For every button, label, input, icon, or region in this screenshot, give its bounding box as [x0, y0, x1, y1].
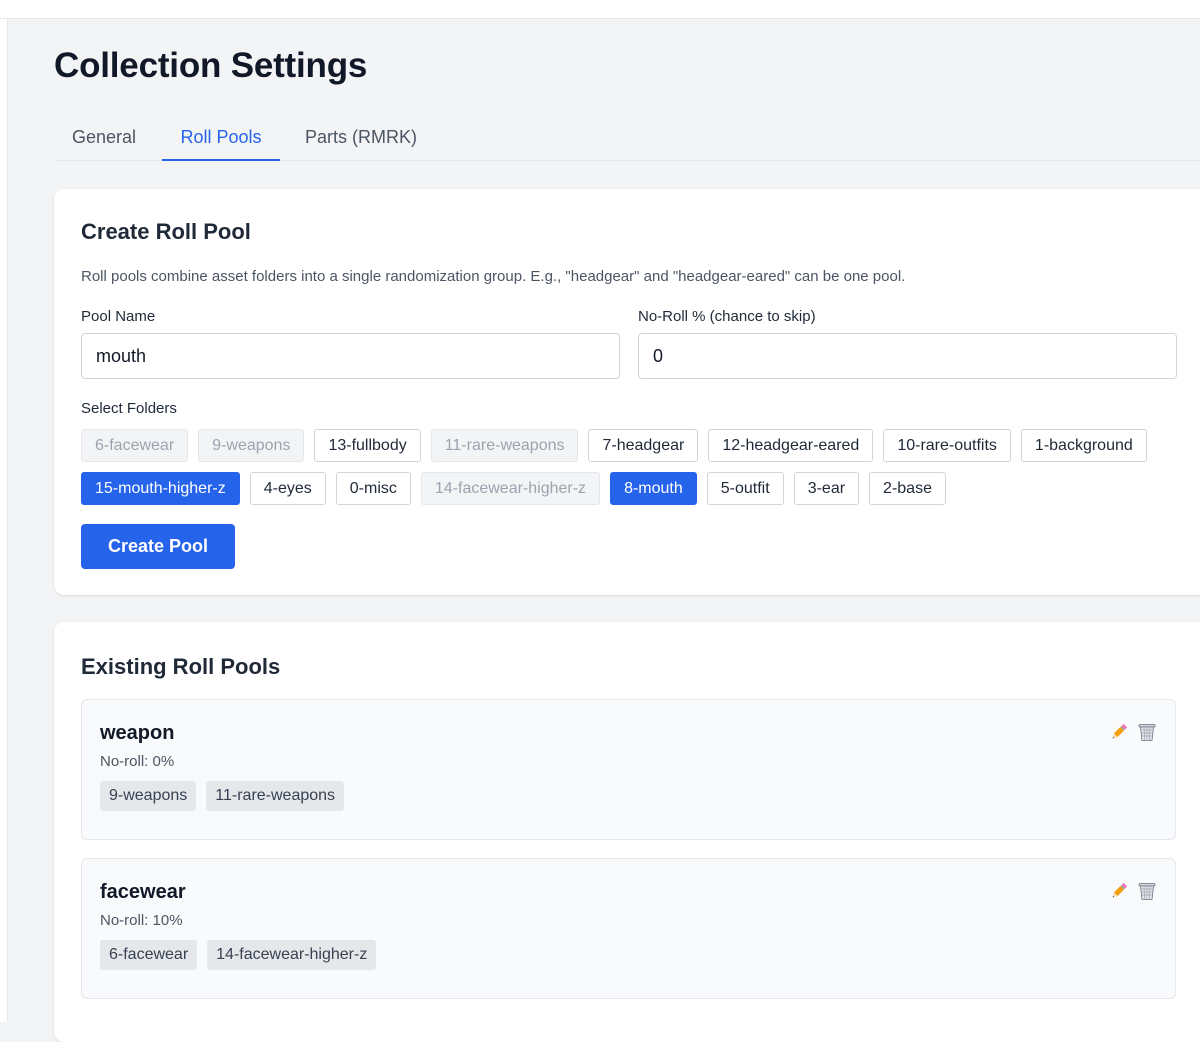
pool-folder-tags: 9-weapons 11-rare-weapons: [100, 781, 345, 811]
pool-folder-tag: 11-rare-weapons: [206, 781, 345, 811]
pencil-icon[interactable]: [1109, 722, 1129, 742]
folder-chip[interactable]: 13-fullbody: [314, 429, 421, 462]
noroll-input[interactable]: [638, 333, 1177, 379]
pool-folder-tags: 6-facewear 14-facewear-higher-z: [100, 940, 377, 970]
folder-chip-group: 6-facewear 9-weapons 13-fullbody 11-rare-we…: [81, 429, 1181, 515]
page-title: Collection Settings: [54, 46, 368, 85]
pool-noroll: No-roll: 10%: [100, 912, 183, 929]
trash-icon[interactable]: [1137, 722, 1157, 742]
pool-folder-tag: 6-facewear: [100, 940, 198, 970]
create-roll-pool-title: Create Roll Pool: [81, 219, 251, 244]
select-folders-label: Select Folders: [81, 400, 177, 417]
folder-chip[interactable]: 4-eyes: [249, 472, 326, 505]
folder-chip[interactable]: 8-mouth: [610, 472, 697, 505]
noroll-label: No-Roll % (chance to skip): [638, 308, 816, 325]
pool-name-input[interactable]: [81, 333, 620, 379]
pool-folder-tag: 14-facewear-higher-z: [207, 940, 377, 970]
folder-chip[interactable]: 12-headgear-eared: [708, 429, 874, 462]
browser-top-strip: [0, 0, 1200, 19]
left-rail: [0, 19, 8, 1022]
folder-chip[interactable]: 1-background: [1020, 429, 1147, 462]
folder-chip[interactable]: 14-facewear-higher-z: [420, 472, 601, 505]
create-roll-pool-description: Roll pools combine asset folders into a …: [81, 268, 906, 285]
folder-chip[interactable]: 11-rare-weapons: [430, 429, 579, 462]
folder-row: 15-mouth-higher-z 4-eyes 0-misc 14-facewear…: [81, 472, 1181, 505]
folder-chip[interactable]: 9-weapons: [198, 429, 305, 462]
pool-actions: [1109, 722, 1157, 742]
folder-chip[interactable]: 10-rare-outfits: [883, 429, 1011, 462]
pool-name-label: Pool Name: [81, 308, 156, 325]
existing-roll-pools-card: Existing Roll Pools weapon No-roll: 0% 9…: [54, 622, 1200, 1042]
settings-tabs: General Roll Pools Parts (RMRK): [54, 114, 1200, 161]
folder-chip[interactable]: 5-outfit: [706, 472, 784, 505]
trash-icon[interactable]: [1137, 881, 1157, 901]
existing-roll-pools-title: Existing Roll Pools: [81, 654, 281, 679]
create-pool-button[interactable]: Create Pool: [81, 524, 235, 569]
pool-name: facewear: [100, 881, 186, 903]
roll-pool-item: weapon No-roll: 0% 9-weapons 11-rare-wea…: [81, 699, 1176, 840]
pool-actions: [1109, 881, 1157, 901]
folder-chip[interactable]: 6-facewear: [81, 429, 189, 462]
create-roll-pool-card: Create Roll Pool Roll pools combine asse…: [54, 189, 1200, 595]
tab-parts-rmrk[interactable]: Parts (RMRK): [298, 114, 424, 161]
pool-name: weapon: [100, 722, 175, 744]
folder-chip[interactable]: 2-base: [869, 472, 946, 505]
tab-roll-pools[interactable]: Roll Pools: [162, 114, 280, 161]
pool-folder-tag: 9-weapons: [100, 781, 197, 811]
folder-chip[interactable]: 0-misc: [335, 472, 411, 505]
folder-row: 6-facewear 9-weapons 13-fullbody 11-rare-we…: [81, 429, 1181, 462]
folder-chip[interactable]: 15-mouth-higher-z: [81, 472, 240, 505]
folder-chip[interactable]: 7-headgear: [588, 429, 699, 462]
folder-chip[interactable]: 3-ear: [793, 472, 860, 505]
roll-pool-item: facewear No-roll: 10% 6-facewear 14-face…: [81, 858, 1176, 999]
pencil-icon[interactable]: [1109, 881, 1129, 901]
pool-noroll: No-roll: 0%: [100, 753, 175, 770]
tab-general[interactable]: General: [54, 114, 154, 161]
